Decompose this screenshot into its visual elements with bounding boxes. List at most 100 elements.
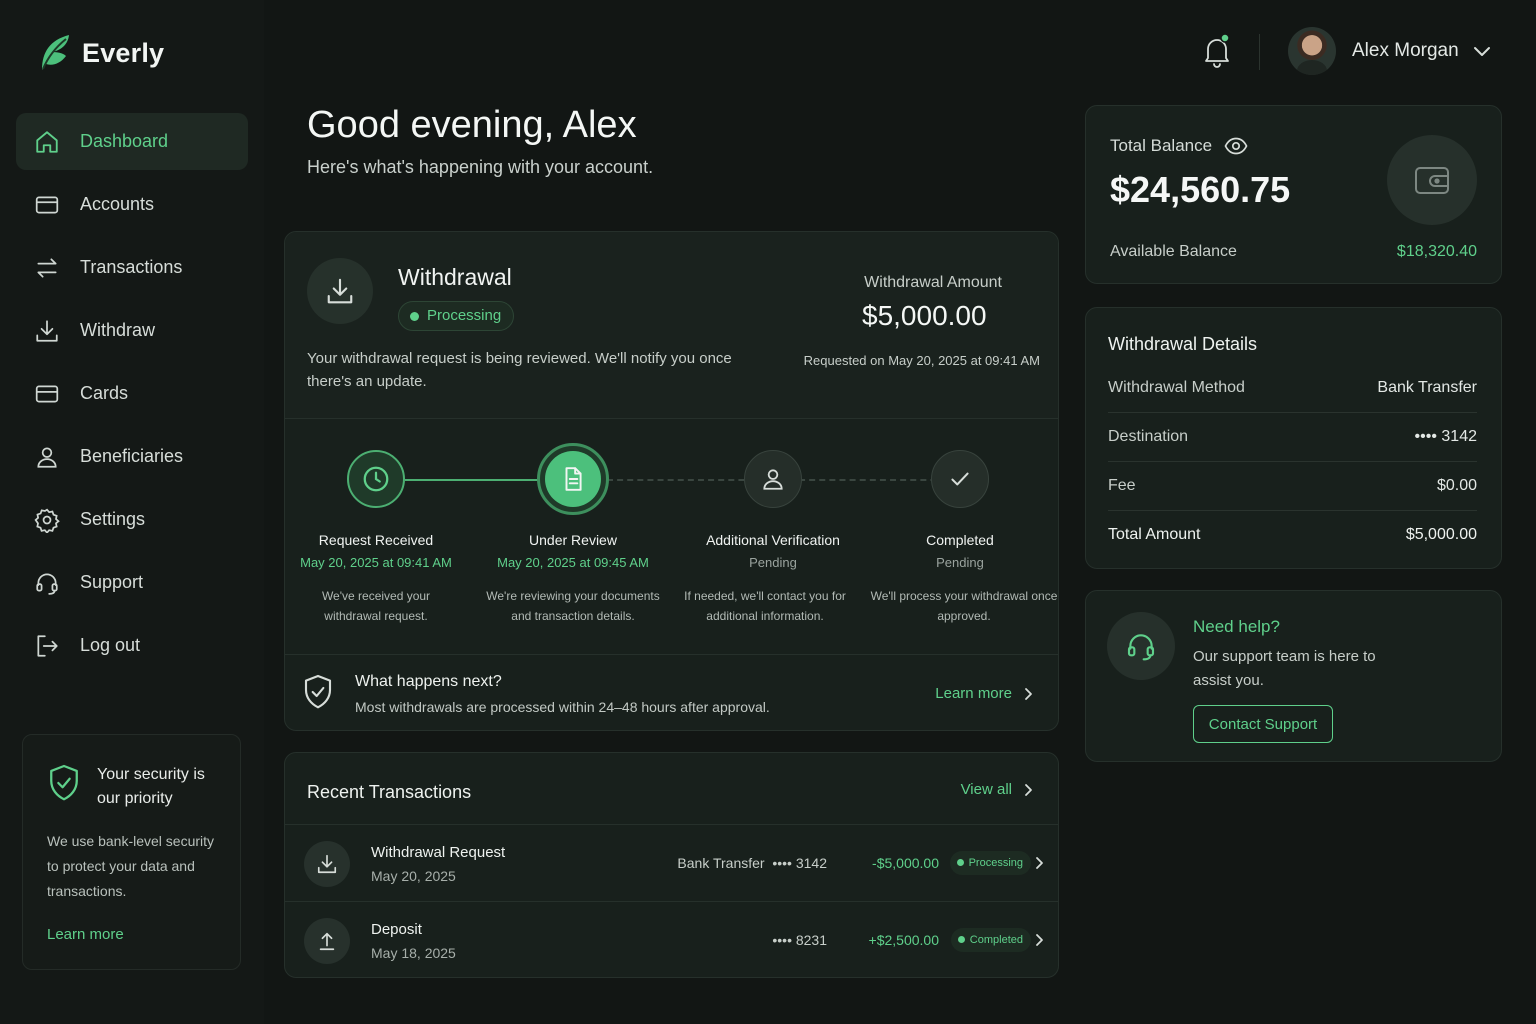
recent-transactions-card: Recent Transactions View all Withdrawal … (284, 752, 1059, 978)
withdrawal-amount-label: Withdrawal Amount (864, 274, 1002, 291)
chevron-right-icon (1036, 934, 1043, 946)
transaction-amount: +$2,500.00 (868, 932, 939, 948)
sidebar-item-label: Accounts (80, 194, 155, 214)
sidebar-item-accounts[interactable]: Accounts (16, 176, 248, 233)
document-icon (565, 467, 582, 491)
step-circle (744, 450, 802, 508)
download-icon (36, 319, 58, 342)
balance-card: Total Balance $24,560.75 Available Balan… (1085, 105, 1502, 284)
sidebar-item-label: Cards (80, 383, 129, 403)
chevron-right-icon (1025, 783, 1032, 796)
avatar[interactable] (1288, 27, 1336, 75)
clock-icon (363, 466, 389, 492)
sidebar-item-settings[interactable]: Settings (16, 491, 248, 548)
detail-key: Withdrawal Method (1108, 379, 1245, 396)
gear-icon (34, 508, 60, 533)
divider (1108, 461, 1477, 462)
shield-check-icon (50, 764, 78, 801)
sidebar-item-support[interactable]: Support (16, 554, 248, 611)
home-icon (36, 130, 58, 153)
table-row[interactable]: Withdrawal Request May 20, 2025 Bank Tra… (285, 824, 1058, 901)
step-circle (347, 450, 405, 508)
logo[interactable]: Everly (38, 32, 164, 74)
learn-more-link[interactable]: Learn more (935, 685, 1034, 702)
chevron-right-icon (1036, 857, 1043, 869)
detail-row-total: Total Amount $5,000.00 (1108, 526, 1477, 575)
progress-steps: Request Received May 20, 2025 at 09:41 A… (285, 420, 1058, 654)
step-circle-inner (545, 451, 601, 507)
step-desc: If needed, we'll contact you for additio… (684, 589, 846, 623)
help-icon-badge (1107, 612, 1175, 680)
chevron-down-icon (1474, 47, 1490, 56)
detail-value: $5,000.00 (1405, 526, 1477, 543)
security-title: Your security is our priority (97, 766, 205, 807)
detail-key: Destination (1108, 428, 1189, 445)
contact-support-button[interactable]: Contact Support (1193, 705, 1333, 743)
step-name: Under Review (529, 532, 617, 548)
available-balance-label: Available Balance (1110, 243, 1237, 260)
header-divider (1259, 34, 1260, 70)
sidebar-item-beneficiaries[interactable]: Beneficiaries (16, 428, 248, 485)
check-icon (951, 472, 969, 486)
download-icon (317, 854, 337, 874)
sidebar-item-transactions[interactable]: Transactions (16, 239, 248, 296)
divider (1108, 510, 1477, 511)
wallet-icon (35, 196, 59, 213)
what-happens-next: What happens next? Most withdrawals are … (285, 654, 1058, 730)
learn-more-label: Learn more (935, 685, 1012, 702)
sidebar-item-cards[interactable]: Cards (16, 365, 248, 422)
detail-value: $0.00 (1436, 477, 1477, 494)
card-icon (35, 385, 59, 402)
help-desc: Our support team is here to assist you. (1193, 648, 1376, 689)
table-row[interactable]: Deposit May 18, 2025 •••• 8231 +$2,500.0… (285, 901, 1058, 977)
sidebar-item-label: Settings (80, 509, 146, 529)
detail-key: Fee (1108, 477, 1136, 494)
step-name: Completed (926, 532, 994, 548)
withdrawal-requested-date: Requested on May 20, 2025 at 09:41 AM (803, 353, 1040, 368)
help-card: Need help? Our support team is here to a… (1085, 590, 1502, 762)
step-date: May 20, 2025 at 09:45 AM (497, 555, 649, 570)
transaction-icon-badge (304, 841, 350, 887)
details-title: Withdrawal Details (1108, 334, 1258, 354)
security-card: Your security is our priority We use ban… (22, 734, 241, 970)
sidebar-item-dashboard[interactable]: Dashboard (16, 113, 248, 170)
sidebar-item-logout[interactable]: Log out (16, 617, 248, 674)
upload-icon (319, 932, 335, 951)
step-circle (931, 450, 989, 508)
transaction-date: May 18, 2025 (371, 945, 456, 961)
step-name: Additional Verification (706, 532, 840, 548)
next-desc: Most withdrawals are processed within 24… (355, 699, 770, 715)
notifications-button[interactable] (1202, 34, 1232, 68)
sidebar-item-label: Dashboard (80, 131, 169, 151)
page-subtitle: Here's what's happening with your accoun… (307, 157, 654, 177)
status-badge: Processing (398, 301, 515, 331)
status-badge: Completed (950, 928, 1031, 952)
detail-row-method: Withdrawal Method Bank Transfer (1108, 379, 1477, 428)
sidebar-item-withdraw[interactable]: Withdraw (16, 302, 248, 359)
step-date: May 20, 2025 at 09:41 AM (300, 555, 452, 570)
eye-icon[interactable] (1224, 137, 1248, 155)
sidebar-item-label: Log out (80, 635, 141, 655)
detail-value: Bank Transfer (1377, 379, 1477, 396)
detail-row-fee: Fee $0.00 (1108, 477, 1477, 526)
withdrawal-status-card: Withdrawal Processing Your withdrawal re… (284, 231, 1059, 731)
user-icon (763, 469, 783, 490)
page-title: Good evening, Alex (307, 104, 637, 146)
leaf-logo-icon (42, 35, 69, 70)
logout-icon (37, 634, 58, 657)
status-badge: Processing (949, 851, 1031, 875)
step-connector-done (405, 479, 545, 481)
transaction-method: •••• 8231 (772, 932, 827, 948)
sidebar-item-label: Transactions (80, 257, 183, 277)
sidebar-item-label: Beneficiaries (80, 446, 184, 466)
withdrawal-summary: Withdrawal Processing Your withdrawal re… (285, 232, 1058, 419)
wallet-icon-badge (1387, 135, 1477, 225)
transaction-date: May 20, 2025 (371, 868, 456, 884)
view-all-link[interactable]: View all (961, 781, 1034, 798)
transaction-icon-badge (304, 918, 350, 964)
download-icon (327, 278, 353, 304)
user-menu-button[interactable] (1472, 42, 1492, 62)
withdrawal-title: Withdrawal (398, 264, 512, 290)
security-learn-more-link[interactable]: Learn more (47, 926, 218, 943)
user-name[interactable]: Alex Morgan (1352, 40, 1459, 62)
